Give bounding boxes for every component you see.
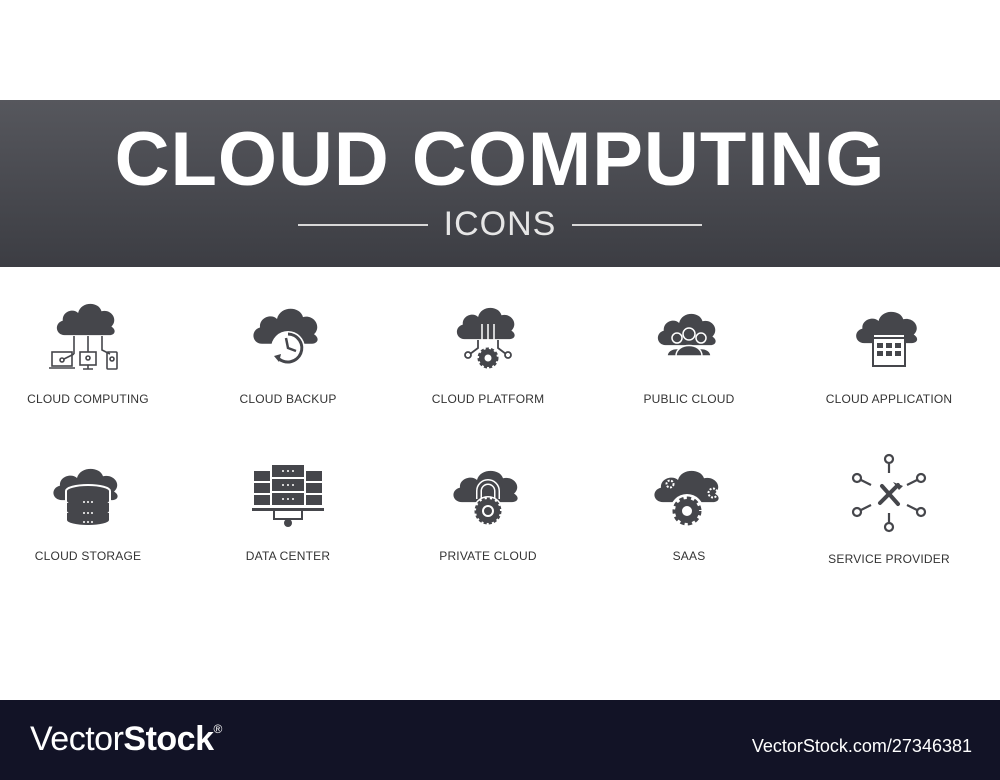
divider xyxy=(297,223,428,226)
title-banner: CLOUD COMPUTING ICONS xyxy=(0,100,1000,267)
cloud-devices-icon xyxy=(49,303,118,370)
registered-mark: ® xyxy=(213,722,222,736)
icon-label: CLOUD PLATFORM xyxy=(431,392,545,406)
icon-label: SERVICE PROVIDER xyxy=(828,552,950,566)
icon-cloud-storage: CLOUD STORAGE xyxy=(0,457,188,563)
icon-label: CLOUD BACKUP xyxy=(239,392,337,406)
subtitle-row: ICONS xyxy=(0,205,1000,244)
cloud-database-icon xyxy=(53,468,118,527)
divider xyxy=(572,223,703,226)
icon-cloud-computing: CLOUD COMPUTING xyxy=(0,300,188,406)
cloud-app-window-icon xyxy=(856,311,918,367)
cloud-gears-icon xyxy=(654,470,719,528)
cloud-clock-icon xyxy=(253,308,318,365)
logo-light-text: Vector xyxy=(30,720,124,758)
cloud-lock-icon xyxy=(453,470,518,526)
image-reference: VectorStock.com/27346381 xyxy=(751,736,972,756)
icon-cloud-platform: CLOUD PLATFORM xyxy=(388,300,588,406)
page-subtitle: ICONS xyxy=(443,205,557,243)
footer-bar: VectorStock® VectorStock.com/27346381 xyxy=(0,700,1000,780)
logo-bold-text: Stock xyxy=(123,720,214,758)
icon-saas: SAAS xyxy=(589,457,789,563)
server-rack-icon xyxy=(252,465,324,527)
icon-label: PUBLIC CLOUD xyxy=(643,392,735,406)
icon-private-cloud: PRIVATE CLOUD xyxy=(388,457,588,563)
icon-cloud-backup: CLOUD BACKUP xyxy=(188,300,388,406)
icon-public-cloud: PUBLIC CLOUD xyxy=(589,300,789,406)
icon-data-center: DATA CENTER xyxy=(188,457,388,563)
icon-label: DATA CENTER xyxy=(245,549,331,563)
icon-label: CLOUD COMPUTING xyxy=(27,392,149,406)
icon-label: CLOUD APPLICATION xyxy=(825,392,953,406)
icon-cloud-application: CLOUD APPLICATION xyxy=(789,300,989,406)
vectorstock-logo: VectorStock® xyxy=(30,720,222,759)
cloud-people-icon xyxy=(657,313,716,357)
icon-service-provider: SERVICE PROVIDER xyxy=(789,452,989,566)
cloud-gear-circuit-icon xyxy=(456,307,515,369)
tools-network-icon xyxy=(851,453,927,533)
icon-label: SAAS xyxy=(672,549,706,563)
page-title: CLOUD COMPUTING xyxy=(114,117,886,202)
icon-label: PRIVATE CLOUD xyxy=(439,549,537,563)
icon-label: CLOUD STORAGE xyxy=(34,549,142,563)
